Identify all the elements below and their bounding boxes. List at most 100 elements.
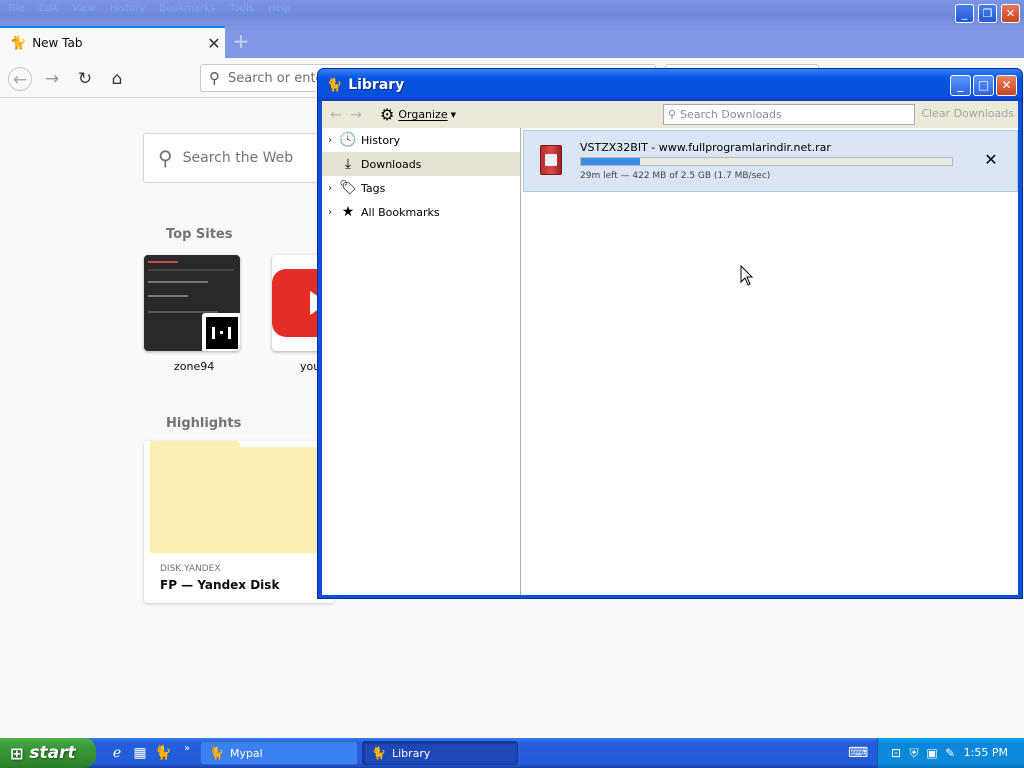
tab-new-tab[interactable]: 🐈 New Tab ✕ [0, 26, 225, 58]
library-minimize-button[interactable]: _ [950, 75, 971, 96]
highlight-title: FP — Yandex Disk [160, 578, 280, 592]
reload-icon[interactable]: ↻ [73, 67, 97, 91]
url-bar-placeholder: Search or ente [228, 70, 324, 86]
pen-icon[interactable]: ✎ [942, 745, 958, 761]
forward-icon[interactable]: → [346, 107, 366, 123]
library-title: Library [348, 77, 405, 93]
start-label: start [29, 743, 76, 763]
highlight-card[interactable]: DISK.YANDEX FP — Yandex Disk [144, 441, 334, 603]
chevron-right-icon[interactable]: › [322, 183, 338, 194]
top-site-label: zone94 [174, 360, 215, 373]
system-tray: ⊡ ⛨ ▣ ✎ 1:55 PM [877, 738, 1024, 768]
browser-minimize-button[interactable]: _ [955, 4, 974, 23]
media-player-icon[interactable]: ▦ [131, 744, 149, 762]
mypal-quicklaunch-icon[interactable]: 🐈 [154, 744, 172, 762]
windows-logo-icon: ⊞ [10, 743, 24, 763]
top-sites-heading: Top Sites [166, 227, 233, 242]
keyboard-icon[interactable]: ⌨ [848, 744, 868, 762]
search-downloads-placeholder: Search Downloads [680, 108, 782, 121]
search-icon: ⚲ [158, 146, 173, 170]
mypal-logo-icon: 🐈 [326, 77, 343, 93]
browser-close-button[interactable]: ✕ [1001, 4, 1020, 23]
network-icon[interactable]: ⊡ [888, 745, 904, 761]
sidebar-item-label: Downloads [361, 157, 422, 171]
search-downloads-input[interactable]: ⚲ Search Downloads [663, 104, 915, 125]
top-site-zone94[interactable] [144, 255, 240, 351]
site-favicon [202, 313, 240, 351]
taskbar-item-label: Mypal [229, 746, 263, 760]
taskbar-item-library[interactable]: 🐈 Library [362, 741, 518, 765]
chevron-right-icon[interactable]: › [322, 207, 338, 218]
home-icon[interactable]: ⌂ [105, 67, 129, 91]
taskbar-item-label: Library [391, 746, 431, 760]
clear-downloads-button[interactable]: Clear Downloads [921, 107, 1014, 120]
menu-help[interactable]: Help [268, 3, 291, 14]
chevron-right-icon[interactable]: › [322, 135, 338, 146]
close-tab-icon[interactable]: ✕ [203, 34, 225, 53]
back-icon[interactable]: ← [326, 107, 346, 123]
mouse-cursor-icon [740, 265, 754, 286]
library-sidebar: › 🕓 History ⤓ Downloads › 🏷 Tags › ★ All… [322, 128, 521, 595]
menu-file[interactable]: File [8, 3, 25, 14]
chevron-down-icon: ▼ [450, 110, 457, 119]
tab-strip: 🐈 New Tab ✕ + [0, 26, 1024, 58]
library-toolbar: ← → ⚙ Organize ▼ ⚲ Search Downloads Clea… [322, 101, 1018, 128]
library-titlebar[interactable]: 🐈 Library [318, 69, 1022, 101]
download-progress-fill [581, 158, 641, 165]
internet-explorer-icon[interactable]: ℯ [108, 744, 126, 762]
new-tab-button[interactable]: + [230, 26, 252, 58]
rar-file-icon [540, 145, 562, 175]
folder-thumbnail [150, 441, 334, 553]
browser-titlebar: File Edit View History Bookmarks Tools H… [0, 0, 1024, 26]
taskbar-item-mypal[interactable]: 🐈 Mypal [200, 741, 358, 765]
library-window: 🐈 Library _ □ ✕ ← → ⚙ Organize ▼ ⚲ Searc… [317, 68, 1023, 599]
menu-bar: File Edit View History Bookmarks Tools H… [8, 3, 291, 14]
mypal-logo-icon: 🐈 [209, 746, 224, 760]
download-icon: ⤓ [344, 156, 352, 172]
organize-button[interactable]: ⚙ Organize ▼ [380, 105, 456, 124]
organize-label: Organize [398, 108, 448, 121]
browser-restore-button[interactable]: ❐ [978, 4, 997, 23]
library-maximize-button[interactable]: □ [973, 75, 994, 96]
star-icon: ★ [341, 204, 355, 220]
back-icon[interactable]: ← [8, 67, 32, 91]
forward-icon[interactable]: → [40, 67, 64, 91]
library-body: › 🕓 History ⤓ Downloads › 🏷 Tags › ★ All… [322, 128, 1018, 595]
sidebar-item-label: Tags [361, 181, 386, 195]
download-item[interactable]: VSTZX32BIT - www.fullprogramlarindir.net… [523, 130, 1018, 192]
taskbar: ⊞ start ℯ ▦ 🐈 » 🐈 Mypal 🐈 Library ⌨ ⊡ ⛨ … [0, 738, 1024, 768]
sidebar-item-all-bookmarks[interactable]: › ★ All Bookmarks [322, 200, 520, 224]
menu-tools[interactable]: Tools [229, 3, 254, 14]
sidebar-item-history[interactable]: › 🕓 History [322, 128, 520, 152]
sidebar-item-tags[interactable]: › 🏷 Tags [322, 176, 520, 200]
clock[interactable]: 1:55 PM [964, 746, 1008, 759]
mypal-logo-icon: 🐈 [10, 35, 27, 51]
shield-icon[interactable]: ⛨ [906, 745, 922, 761]
gear-icon: ⚙ [380, 105, 395, 124]
sidebar-item-label: History [361, 133, 401, 147]
highlight-source: DISK.YANDEX [160, 564, 221, 574]
menu-history[interactable]: History [110, 3, 146, 14]
tab-label: New Tab [32, 36, 83, 50]
computer-icon[interactable]: ▣ [924, 745, 940, 761]
library-close-button[interactable]: ✕ [996, 75, 1017, 96]
web-search-placeholder: Search the Web [182, 150, 294, 166]
tag-icon: 🏷 [339, 180, 357, 196]
sidebar-item-downloads[interactable]: ⤓ Downloads [322, 152, 520, 176]
search-icon: ⚲ [668, 108, 677, 121]
download-progress-bar [580, 157, 953, 166]
mypal-logo-icon: 🐈 [371, 746, 386, 760]
menu-view[interactable]: View [72, 3, 96, 14]
sidebar-item-label: All Bookmarks [361, 205, 440, 219]
clock-icon: 🕓 [339, 132, 357, 148]
download-status: 29m left — 422 MB of 2.5 GB (1.7 MB/sec) [580, 171, 771, 181]
highlights-heading: Highlights [166, 416, 242, 431]
start-button[interactable]: ⊞ start [0, 738, 96, 768]
chevron-double-right-icon[interactable]: » [178, 740, 196, 758]
download-filename: VSTZX32BIT - www.fullprogramlarindir.net… [580, 141, 831, 154]
menu-bookmarks[interactable]: Bookmarks [159, 3, 215, 14]
web-search-box[interactable]: ⚲ Search the Web [143, 133, 333, 183]
cancel-download-icon[interactable]: ✕ [982, 151, 1000, 169]
downloads-list: VSTZX32BIT - www.fullprogramlarindir.net… [522, 128, 1018, 595]
menu-edit[interactable]: Edit [39, 3, 58, 14]
